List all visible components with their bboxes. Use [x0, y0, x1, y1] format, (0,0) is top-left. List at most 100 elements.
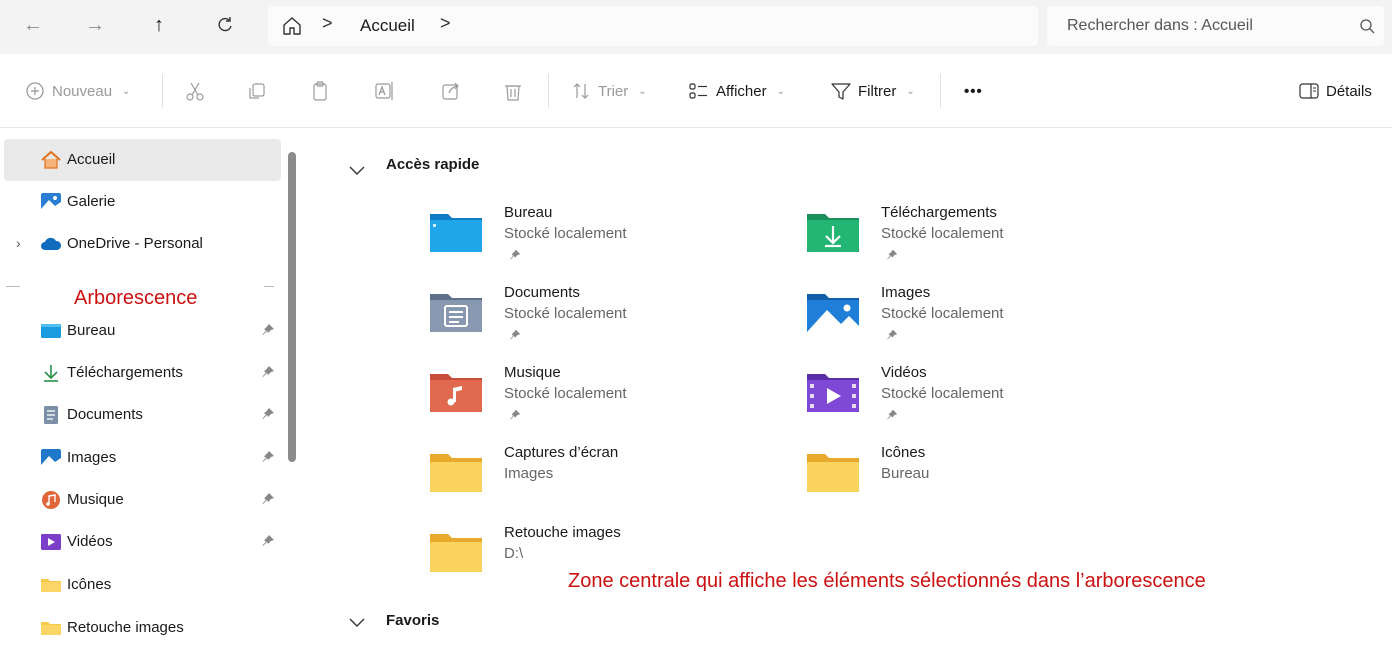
desktop-folder-icon — [430, 214, 482, 252]
breadcrumb[interactable]: > Accueil > — [268, 6, 1038, 46]
navigation-pane: Accueil Galerie › OneDrive - Personal Ar… — [0, 128, 300, 648]
breadcrumb-separator[interactable]: > — [440, 13, 451, 34]
filter-button[interactable]: Filtrer ⌄ — [830, 79, 915, 103]
sidebar-item-icones[interactable]: Icônes — [4, 564, 281, 606]
folder-icon — [41, 579, 61, 592]
filter-button-label: Filtrer — [858, 82, 897, 100]
tile-documents[interactable]: Documents Stocké localement — [428, 284, 758, 348]
breadcrumb-item-accueil[interactable]: Accueil — [360, 16, 415, 36]
pin-icon — [887, 329, 898, 340]
sidebar-item-accueil[interactable]: Accueil — [4, 139, 281, 181]
sidebar-item-onedrive[interactable]: › OneDrive - Personal — [4, 223, 281, 265]
tile-location: Bureau — [881, 465, 930, 482]
sidebar-item-label: Accueil — [67, 151, 116, 168]
pin-icon[interactable] — [260, 533, 276, 549]
back-arrow-icon[interactable]: ← — [20, 12, 46, 38]
gallery-icon — [41, 193, 61, 211]
sidebar-item-retouche-images[interactable]: Retouche images — [4, 607, 281, 648]
view-button[interactable]: Afficher ⌄ — [688, 79, 785, 103]
tile-name: Téléchargements — [881, 204, 997, 221]
search-input[interactable]: Rechercher dans : Accueil — [1047, 6, 1384, 46]
pin-icon[interactable] — [260, 406, 276, 422]
pin-icon[interactable] — [260, 491, 276, 507]
pin-icon — [887, 249, 898, 260]
sidebar-item-label: Icônes — [67, 576, 112, 593]
pin-icon — [510, 249, 521, 260]
pin-icon — [510, 329, 521, 340]
filter-icon — [831, 83, 851, 100]
folder-icon — [41, 622, 61, 635]
paste-icon[interactable] — [310, 80, 332, 102]
sidebar-item-images[interactable]: Images — [4, 437, 281, 479]
sidebar-item-telechargements[interactable]: Téléchargements — [4, 352, 281, 394]
tile-location: Stocké localement — [504, 305, 627, 322]
chevron-down-icon: ⌄ — [776, 85, 785, 97]
annotation-arborescence: Arborescence — [74, 287, 198, 309]
plus-circle-icon — [26, 82, 44, 100]
breadcrumb-separator[interactable]: > — [322, 13, 333, 34]
refresh-icon[interactable] — [212, 12, 238, 38]
sidebar-item-musique[interactable]: Musique — [4, 479, 281, 521]
tile-bureau[interactable]: Bureau Stocké localement — [428, 204, 758, 268]
pin-icon[interactable] — [260, 364, 276, 380]
tile-location: Images — [504, 465, 554, 482]
tile-images[interactable]: Images Stocké localement — [805, 284, 1135, 348]
sort-button[interactable]: Trier ⌄ — [570, 79, 647, 103]
address-bar: ← → ↑ > Accueil > Rechercher dans : Accu… — [0, 0, 1392, 54]
download-folder-icon — [807, 214, 859, 252]
details-pane-icon — [1299, 83, 1319, 99]
music-folder-icon — [430, 374, 482, 412]
details-pane-button[interactable]: Détails — [1298, 79, 1372, 103]
sort-icon — [573, 83, 589, 99]
details-pane-label: Détails — [1326, 82, 1372, 100]
tile-location: Stocké localement — [504, 225, 627, 242]
sidebar-item-bureau[interactable]: Bureau — [4, 310, 281, 352]
tile-name: Musique — [504, 364, 561, 381]
pin-icon[interactable] — [260, 322, 276, 338]
copy-icon[interactable] — [246, 80, 268, 102]
new-button-label: Nouveau — [52, 82, 113, 100]
sidebar-item-galerie[interactable]: Galerie — [4, 181, 281, 223]
search-placeholder: Rechercher dans : Accueil — [1067, 17, 1253, 34]
more-options-button[interactable]: ••• — [964, 79, 983, 103]
chevron-down-icon[interactable] — [348, 164, 366, 176]
home-icon[interactable] — [280, 14, 304, 38]
sidebar-item-label: Retouche images — [67, 619, 184, 636]
tile-name: Vidéos — [881, 364, 927, 381]
pin-icon[interactable] — [260, 449, 276, 465]
tile-musique[interactable]: Musique Stocké localement — [428, 364, 758, 428]
search-icon[interactable] — [1358, 17, 1376, 35]
delete-icon[interactable] — [502, 80, 524, 102]
tile-location: Stocké localement — [881, 225, 1004, 242]
tile-icones[interactable]: Icônes Bureau — [805, 444, 1135, 508]
sidebar-item-videos[interactable]: Vidéos — [4, 521, 281, 563]
sidebar-item-label: Musique — [67, 491, 124, 508]
sidebar-item-label: Documents — [67, 406, 143, 423]
divider — [548, 74, 549, 108]
sidebar-scrollbar[interactable] — [288, 152, 296, 462]
new-button[interactable]: Nouveau ⌄ — [24, 79, 130, 103]
folder-icon — [807, 454, 859, 492]
tile-videos[interactable]: Vidéos Stocké localement — [805, 364, 1135, 428]
sort-button-label: Trier — [598, 82, 629, 100]
view-icon — [689, 83, 707, 99]
tile-telechargements[interactable]: Téléchargements Stocké localement — [805, 204, 1135, 268]
chevron-right-icon[interactable]: › — [16, 235, 21, 251]
rename-icon[interactable] — [374, 80, 396, 102]
sidebar-item-documents[interactable]: Documents — [4, 394, 281, 436]
up-arrow-icon[interactable]: ↑ — [146, 12, 172, 38]
divider — [940, 74, 941, 108]
section-title-acces-rapide[interactable]: Accès rapide — [386, 156, 479, 173]
chevron-down-icon: ⌄ — [638, 85, 647, 97]
sidebar-item-label: Vidéos — [67, 533, 113, 550]
share-icon[interactable] — [440, 80, 462, 102]
chevron-down-icon[interactable] — [348, 616, 366, 628]
annotation-zone-centrale: Zone centrale qui affiche les éléments s… — [568, 570, 1206, 592]
tile-captures-ecran[interactable]: Captures d’écran Images — [428, 444, 758, 508]
documents-icon — [44, 406, 58, 424]
cut-icon[interactable] — [184, 80, 206, 102]
music-icon — [42, 491, 60, 509]
forward-arrow-icon[interactable]: → — [82, 12, 108, 38]
tile-location: Stocké localement — [881, 385, 1004, 402]
section-title-favoris[interactable]: Favoris — [386, 612, 439, 629]
